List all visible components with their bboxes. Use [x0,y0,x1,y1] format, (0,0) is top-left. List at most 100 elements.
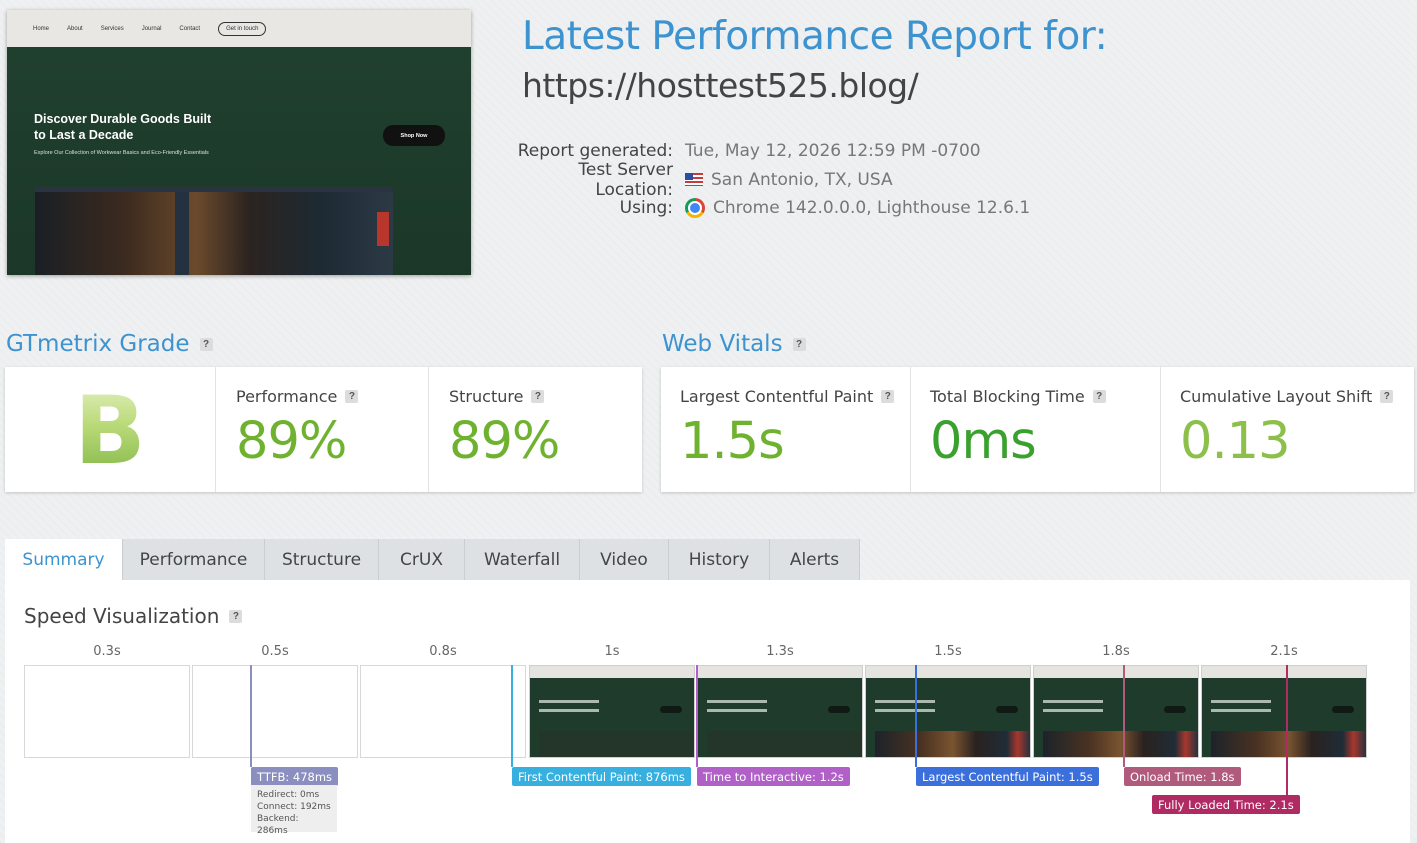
fully-loaded-line [1286,665,1288,795]
web-vitals-panel: Largest Contentful Paint ? 1.5s Total Bl… [661,367,1414,492]
tbt-cell: Total Blocking Time ? 0ms [911,367,1161,492]
gtmetrix-grade-heading: GTmetrix Grade ? [6,331,213,357]
summary-panel: Speed Visualization ? 0.3s 0.5s 0.8s 1s … [5,580,1410,843]
speed-help-icon[interactable]: ? [229,609,243,623]
cls-label: Cumulative Layout Shift [1180,387,1373,406]
ttfb-connect: Connect: 192ms [257,802,331,812]
lcp-value: 1.5s [680,412,785,471]
tab-crux[interactable]: CrUX [379,539,465,580]
report-url: https://hosttest525.blog/ [522,66,919,105]
report-title: Latest Performance Report for: [522,14,1108,59]
meta-using-label: Using: [619,198,673,219]
thumbnail-nav-contact: Contact [179,25,201,32]
tab-waterfall[interactable]: Waterfall [465,539,580,580]
lcp-marker: Largest Contentful Paint: 1.5s [916,767,1099,786]
frame-time-6: 1.5s [934,644,962,659]
tbt-help-icon[interactable]: ? [1092,390,1106,403]
us-flag-icon [685,173,703,187]
speed-visualization-title: Speed Visualization [24,604,220,628]
cls-value: 0.13 [1180,412,1291,471]
lcp-cell: Largest Contentful Paint ? 1.5s [661,367,911,492]
tab-structure[interactable]: Structure [265,539,379,580]
performance-label: Performance [236,387,338,406]
onload-marker: Onload Time: 1.8s [1124,767,1241,786]
performance-cell: Performance ? 89% [216,367,429,492]
frame-time-8: 2.1s [1270,644,1298,659]
performance-label-row: Performance ? [236,387,428,406]
ttfb-marker: TTFB: 478ms [251,767,339,786]
ttfb-line [250,665,252,767]
thumbnail-nav-home: Home [33,25,50,32]
structure-label-row: Structure ? [449,387,642,406]
lcp-help-icon[interactable]: ? [881,390,895,403]
fcp-marker: First Contentful Paint: 876ms [512,767,691,786]
web-vitals-heading-text: Web Vitals [662,331,783,357]
tti-line [696,665,698,767]
cls-help-icon[interactable]: ? [1380,390,1394,403]
tbt-label: Total Blocking Time [930,387,1085,406]
report-tabs: Summary Performance Structure CrUX Water… [5,539,860,580]
frame-7[interactable] [1033,665,1199,758]
frame-time-5: 1.3s [766,644,794,659]
thumbnail-hero-image [35,187,393,275]
meta-using-value-wrap: Chrome 142.0.0.0, Lighthouse 12.6.1 [685,198,1031,219]
tab-alerts[interactable]: Alerts [770,539,860,580]
frame-1[interactable] [24,665,190,758]
grade-panel: B Performance ? 89% Structure ? 89% [5,367,642,492]
tbt-label-row: Total Blocking Time ? [930,387,1160,406]
frame-time-3: 0.8s [429,644,457,659]
tab-summary[interactable]: Summary [5,539,123,580]
frame-8[interactable] [1201,665,1367,758]
thumbnail-hero-subtitle: Explore Our Collection of Workwear Basic… [34,150,209,156]
ttfb-redirect: Redirect: 0ms [257,790,320,800]
fcp-line [511,665,513,767]
grade-cell: B [5,367,216,492]
grade-help-icon[interactable]: ? [199,337,213,351]
frame-time-4: 1s [604,644,620,659]
frame-4[interactable] [529,665,695,758]
meta-location: Test Server Location: San Antonio, TX, U… [500,160,1030,200]
thumbnail-nav: Home About Services Journal Contact Get … [7,10,471,47]
performance-help-icon[interactable]: ? [345,390,359,403]
meta-using: Using: Chrome 142.0.0.0, Lighthouse 12.6… [500,194,1030,223]
meta-generated-label: Report generated: [517,141,673,162]
lcp-line [915,665,917,767]
web-vitals-heading: Web Vitals ? [662,331,806,357]
grade-letter: B [74,377,146,486]
tab-video[interactable]: Video [580,539,669,580]
meta-using-value: Chrome 142.0.0.0, Lighthouse 12.6.1 [713,198,1031,219]
frame-2[interactable] [192,665,358,758]
onload-line [1123,665,1125,767]
meta-location-value-wrap: San Antonio, TX, USA [685,170,893,190]
structure-label: Structure [449,387,524,406]
meta-location-value: San Antonio, TX, USA [711,169,893,190]
structure-value: 89% [449,412,560,471]
meta-location-label: Test Server Location: [578,159,673,200]
thumbnail-hero-title: Discover Durable Goods Built to Last a D… [34,112,212,142]
tbt-value: 0ms [930,412,1037,471]
frame-6[interactable] [865,665,1031,758]
lcp-label: Largest Contentful Paint [680,387,874,406]
thumbnail-hero: Discover Durable Goods Built to Last a D… [7,47,471,275]
chrome-icon [685,198,705,219]
thumbnail-shop-button: Shop Now [383,125,445,146]
gtmetrix-grade-heading-text: GTmetrix Grade [6,331,190,357]
tab-history[interactable]: History [669,539,770,580]
frame-time-1: 0.3s [93,644,121,659]
ttfb-backend: Backend: 286ms [257,814,299,836]
lcp-label-row: Largest Contentful Paint ? [680,387,910,406]
tti-marker: Time to Interactive: 1.2s [697,767,850,786]
cls-label-row: Cumulative Layout Shift ? [1180,387,1414,406]
speed-visualization-heading: Speed Visualization ? [24,604,243,628]
structure-help-icon[interactable]: ? [531,390,545,403]
structure-cell: Structure ? 89% [429,367,642,492]
frame-5[interactable] [697,665,863,758]
frame-3[interactable] [360,665,526,758]
thumbnail-nav-journal: Journal [141,25,162,32]
website-screenshot-thumbnail: Home About Services Journal Contact Get … [7,10,471,275]
ttfb-details: Redirect: 0ms Connect: 192ms Backend: 28… [251,785,337,836]
thumbnail-nav-cta: Get in touch [218,21,267,36]
tab-performance[interactable]: Performance [123,539,265,580]
vitals-help-icon[interactable]: ? [792,337,806,351]
report-meta: Report generated: Tue, May 12, 2026 12:5… [500,137,1030,223]
